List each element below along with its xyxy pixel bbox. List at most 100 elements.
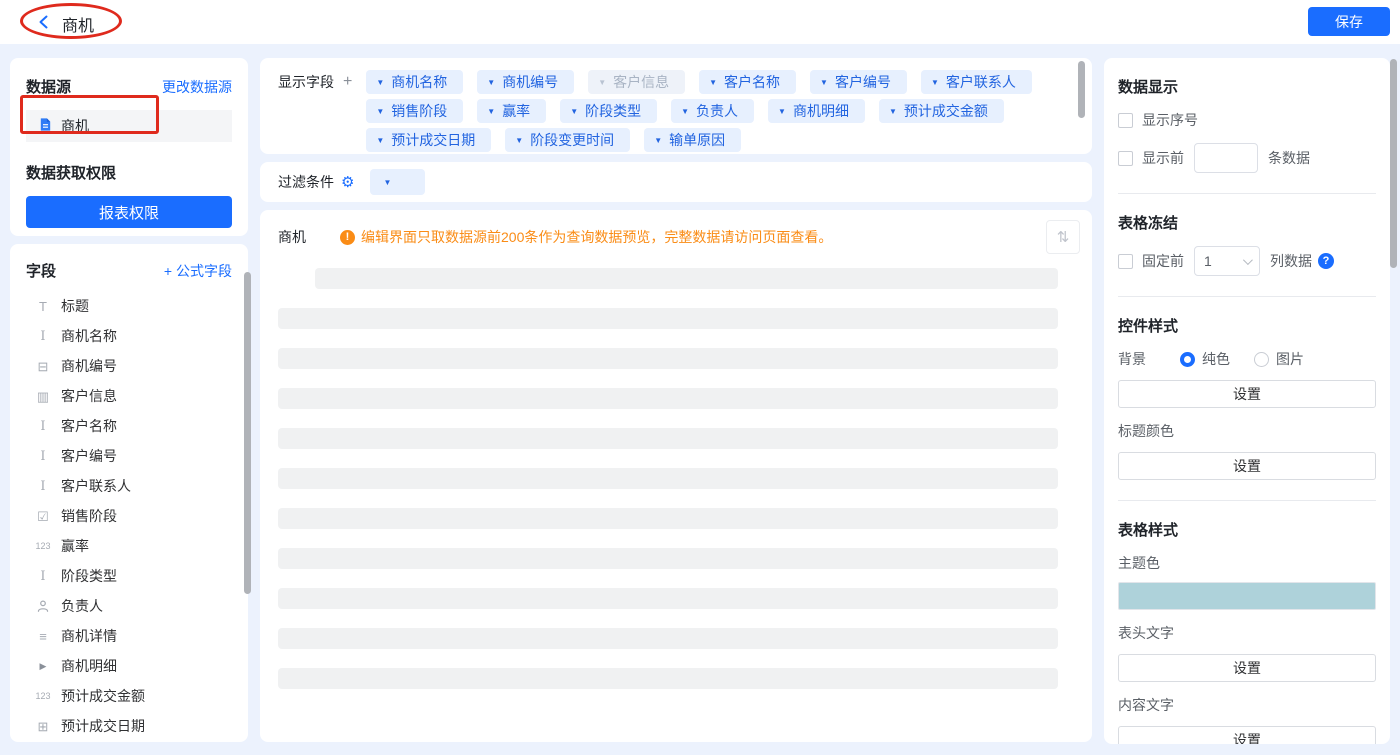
show-serial-checkbox[interactable] bbox=[1118, 113, 1133, 128]
back-icon[interactable] bbox=[36, 14, 52, 30]
field-label: 客户名称 bbox=[61, 416, 117, 436]
top-bar: 商机 保存 bbox=[0, 0, 1400, 44]
sort-icon: ⇅ bbox=[1057, 228, 1070, 246]
expand-arrow-icon: ▶ bbox=[34, 662, 52, 671]
caret-down-icon: ▼ bbox=[383, 178, 391, 187]
field-item[interactable]: 123赢率 bbox=[26, 531, 232, 561]
report-permission-button[interactable]: 报表权限 bbox=[26, 196, 232, 228]
field-tag[interactable]: ▼预计成交金额 bbox=[879, 99, 1004, 123]
skeleton-bar bbox=[278, 468, 1058, 489]
field-item[interactable]: I商机名称 bbox=[26, 321, 232, 351]
field-item[interactable]: I客户联系人 bbox=[26, 471, 232, 501]
warning-icon: ! bbox=[340, 230, 355, 245]
field-tag[interactable]: ▼客户联系人 bbox=[921, 70, 1032, 94]
skeleton-bar bbox=[278, 388, 1058, 409]
widget-style-title: 控件样式 bbox=[1118, 315, 1376, 336]
data-display-title: 数据显示 bbox=[1118, 76, 1376, 97]
fix-front-checkbox[interactable] bbox=[1118, 254, 1133, 269]
field-tag[interactable]: ▼商机名称 bbox=[366, 70, 463, 94]
background-label: 背景 bbox=[1118, 349, 1180, 369]
set-header-text-button[interactable]: 设置 bbox=[1118, 654, 1376, 682]
table-freeze-title: 表格冻结 bbox=[1118, 212, 1376, 233]
field-tag[interactable]: ▼赢率 bbox=[477, 99, 546, 123]
field-tag[interactable]: ▼输单原因 bbox=[644, 128, 741, 152]
field-label: 销售阶段 bbox=[61, 506, 117, 526]
theme-color-label: 主题色 bbox=[1118, 553, 1376, 573]
field-label: 标题 bbox=[61, 296, 89, 316]
skeleton-bar bbox=[315, 268, 1058, 289]
show-serial-label: 显示序号 bbox=[1142, 110, 1198, 130]
skeleton-bar bbox=[278, 548, 1058, 569]
change-datasource-link[interactable]: 更改数据源 bbox=[162, 77, 232, 97]
show-front-label: 显示前 bbox=[1142, 148, 1184, 168]
caret-down-icon: ▼ bbox=[376, 136, 384, 145]
datasource-selected-label: 商机 bbox=[61, 116, 89, 136]
caret-down-icon: ▼ bbox=[570, 107, 578, 116]
save-button[interactable]: 保存 bbox=[1308, 7, 1390, 36]
datasource-selected[interactable]: 商机 bbox=[26, 110, 232, 142]
set-content-text-button[interactable]: 设置 bbox=[1118, 726, 1376, 744]
caret-down-icon: ▼ bbox=[889, 107, 897, 116]
set-background-button[interactable]: 设置 bbox=[1118, 380, 1376, 408]
fix-front-label: 固定前 bbox=[1142, 251, 1184, 271]
display-fields-label: 显示字段 bbox=[278, 72, 334, 92]
theme-color-swatch[interactable] bbox=[1118, 582, 1376, 610]
caret-down-icon: ▼ bbox=[487, 107, 495, 116]
field-item[interactable]: I客户编号 bbox=[26, 441, 232, 471]
fields-panel: 字段 + 公式字段 T标题 I商机名称 ⊟商机编号 ▥客户信息 I客户名称 I客… bbox=[10, 244, 248, 742]
field-tag[interactable]: ▼阶段变更时间 bbox=[505, 128, 630, 152]
show-front-count-input[interactable] bbox=[1194, 143, 1258, 173]
field-tag[interactable]: ▼客户编号 bbox=[810, 70, 907, 94]
field-tag[interactable]: ▼销售阶段 bbox=[366, 99, 463, 123]
field-item[interactable]: 123预计成交金额 bbox=[26, 681, 232, 711]
field-tag[interactable]: ▼商机明细 bbox=[768, 99, 865, 123]
gear-icon[interactable]: ⚙ bbox=[341, 175, 354, 190]
date-icon: ⊞ bbox=[34, 720, 52, 733]
solid-color-radio[interactable] bbox=[1180, 352, 1195, 367]
field-item[interactable]: 负责人 bbox=[26, 591, 232, 621]
freeze-count-select[interactable]: 1 bbox=[1194, 246, 1260, 276]
caret-down-icon: ▼ bbox=[487, 78, 495, 87]
show-front-unit: 条数据 bbox=[1268, 148, 1310, 168]
field-tag[interactable]: ▼商机编号 bbox=[477, 70, 574, 94]
sort-button[interactable]: ⇅ bbox=[1046, 220, 1080, 254]
show-front-checkbox[interactable] bbox=[1118, 151, 1133, 166]
filter-dropdown[interactable]: ▼ bbox=[370, 169, 425, 195]
field-tag[interactable]: ▼负责人 bbox=[671, 99, 754, 123]
preview-panel: 商机 ! 编辑界面只取数据源前200条作为查询数据预览，完整数据请访问页面查看。… bbox=[260, 210, 1092, 742]
field-item[interactable]: ⊟商机编号 bbox=[26, 351, 232, 381]
field-tag[interactable]: ▼预计成交日期 bbox=[366, 128, 491, 152]
field-item[interactable]: I阶段类型 bbox=[26, 561, 232, 591]
field-item[interactable]: ☑销售阶段 bbox=[26, 501, 232, 531]
tags-scrollbar[interactable] bbox=[1078, 61, 1085, 118]
field-label: 赢率 bbox=[61, 536, 89, 556]
field-label: 商机明细 bbox=[61, 656, 117, 676]
field-tag[interactable]: ▼客户名称 bbox=[699, 70, 796, 94]
title-color-label: 标题颜色 bbox=[1118, 421, 1376, 441]
caret-down-icon: ▼ bbox=[778, 107, 786, 116]
image-radio[interactable] bbox=[1254, 352, 1269, 367]
field-tag[interactable]: ▼阶段类型 bbox=[560, 99, 657, 123]
fields-scrollbar[interactable] bbox=[244, 272, 251, 594]
field-item[interactable]: ▥客户信息 bbox=[26, 381, 232, 411]
caret-down-icon: ▼ bbox=[515, 136, 523, 145]
add-field-button[interactable]: + bbox=[343, 73, 352, 91]
permission-title: 数据获取权限 bbox=[26, 162, 232, 183]
field-item[interactable]: T标题 bbox=[26, 291, 232, 321]
style-panel-scrollbar[interactable] bbox=[1390, 59, 1397, 268]
skeleton-bar bbox=[278, 308, 1058, 329]
field-label: 客户联系人 bbox=[61, 476, 131, 496]
solid-color-label: 纯色 bbox=[1202, 349, 1230, 369]
field-item[interactable]: I客户名称 bbox=[26, 411, 232, 441]
filter-label: 过滤条件 bbox=[278, 172, 334, 192]
caret-down-icon: ▼ bbox=[376, 78, 384, 87]
field-item[interactable]: ⊞预计成交日期 bbox=[26, 711, 232, 741]
loading-skeleton bbox=[278, 268, 1080, 689]
help-icon[interactable]: ? bbox=[1318, 253, 1334, 269]
add-formula-link[interactable]: + 公式字段 bbox=[164, 261, 232, 281]
divider bbox=[1118, 193, 1376, 194]
field-item[interactable]: ▶ 商机明细 bbox=[26, 651, 232, 681]
field-tag-disabled[interactable]: ▼客户信息 bbox=[588, 70, 685, 94]
set-title-color-button[interactable]: 设置 bbox=[1118, 452, 1376, 480]
field-item[interactable]: ≡商机详情 bbox=[26, 621, 232, 651]
